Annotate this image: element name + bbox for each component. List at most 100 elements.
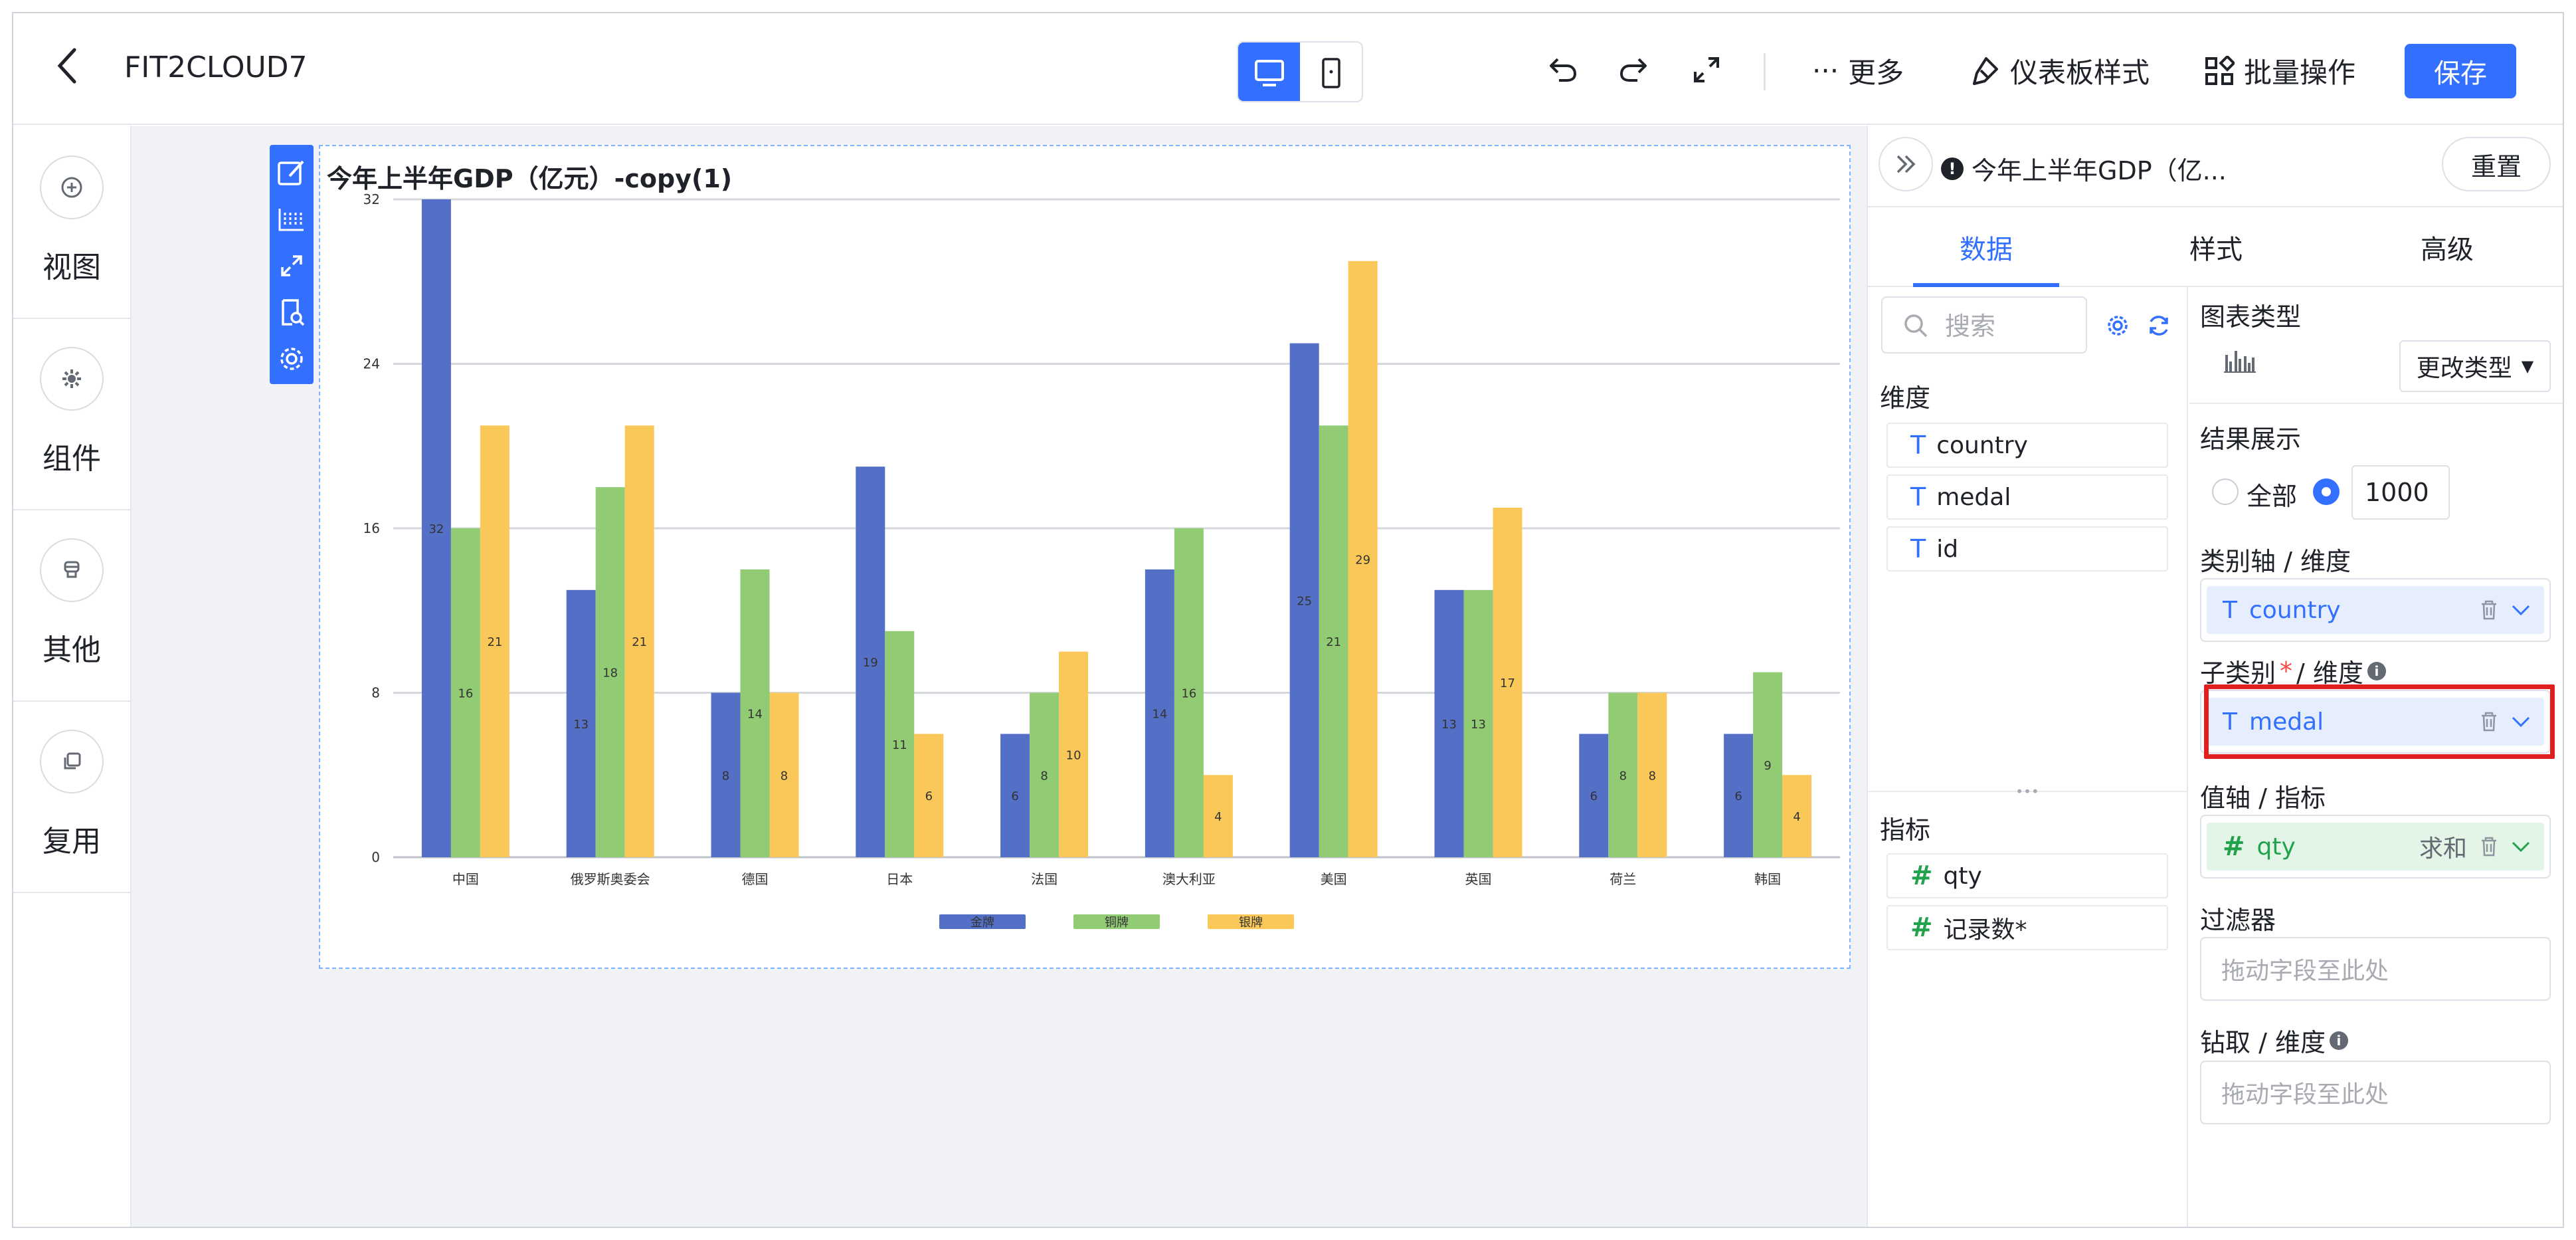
result-limit-radio[interactable] [2313,478,2340,505]
section-divider [2189,403,2563,404]
back-button[interactable] [41,36,94,96]
gear-icon [280,348,303,370]
warning-icon: ! [1941,157,1964,180]
view-data-button[interactable] [270,197,314,242]
x-tick-label: 中国 [452,871,479,887]
dimension-field-medal[interactable]: Tmedal [1886,474,2168,520]
number-type-icon: # [1910,861,1933,891]
dotted-grid-icon [278,209,304,231]
undo-button[interactable] [1540,47,1586,93]
result-all-label: 全部 [2247,482,2298,511]
drill-label: 钻取 / 维度 i [2200,1022,2348,1059]
bar-value-label: 6 [1590,789,1598,803]
x-tick-label: 德国 [742,871,769,887]
redo-icon [1619,58,1647,82]
metric-field-qty[interactable]: # qty [1886,853,2168,898]
monitor-icon [1254,60,1284,86]
save-button[interactable]: 保存 [2405,44,2516,98]
y-tick-label: 0 [371,849,380,865]
mobile-view-button[interactable] [1300,43,1362,101]
bar-value-label: 21 [487,635,502,649]
redo-button[interactable] [1610,47,1657,93]
sidebar-item-reuse[interactable]: 复用 [13,700,130,893]
chevron-left-icon [57,48,76,84]
grid-icon [2205,55,2235,85]
tab-data[interactable]: 数据 [1913,207,2059,287]
mobile-icon [1321,58,1340,88]
window-frame [0,1228,2576,1240]
metric-field-record-count[interactable]: # 记录数* [1886,905,2168,950]
refresh-fields-button[interactable] [2140,307,2177,344]
filter-dropzone[interactable]: 拖动字段至此处 [2200,937,2551,1001]
component-sidebar: 视图 组件 其他 复用 [13,126,132,1227]
trash-icon[interactable] [2479,835,2499,858]
x-tick-label: 日本 [886,871,913,887]
highlight-box [2204,684,2555,759]
chart-edit-toolbar [270,145,314,384]
plus-circle-icon [40,155,104,219]
result-all-radio[interactable] [2212,478,2239,505]
fullscreen-button[interactable] [1683,47,1730,93]
field-settings-button[interactable] [2099,307,2136,344]
gear-icon [40,347,104,411]
dimension-field-country[interactable]: Tcountry [1886,423,2168,468]
chevron-down-icon[interactable] [2511,603,2531,617]
tab-advanced[interactable]: 高级 [2374,207,2520,287]
desktop-view-button[interactable] [1238,43,1300,101]
bar-value-label: 17 [1500,676,1515,690]
sub-category-label: 子类别 * / 维度 i [2200,653,2386,689]
trash-icon[interactable] [2479,599,2499,621]
change-chart-type-dropdown[interactable]: 更改类型 ▼ [2399,340,2551,392]
chart-detail-button[interactable] [270,290,314,335]
y-tick-label: 32 [363,191,380,207]
toolbar-divider [1764,53,1766,90]
bar-value-label: 9 [1764,759,1771,773]
chevron-down-icon[interactable] [2511,840,2531,853]
dimension-field-id[interactable]: Tid [1886,526,2168,571]
bar-value-label: 21 [1326,635,1341,649]
sidebar-item-other[interactable]: 其他 [13,509,130,702]
enlarge-chart-button[interactable] [270,243,314,288]
reset-button[interactable]: 重置 [2442,137,2551,191]
collapse-panel-button[interactable] [1879,137,1933,191]
result-count-input[interactable]: 1000 [2351,465,2450,520]
search-icon [1904,314,1928,338]
bar-value-label: 4 [1793,810,1800,824]
search-input[interactable] [1944,308,2079,344]
bar-value-label: 13 [1441,718,1457,732]
bar-value-label: 13 [1471,718,1486,732]
text-type-icon: T [1910,431,1926,460]
bar-value-label: 16 [458,687,473,701]
expand-icon [1694,57,1719,82]
edit-chart-button[interactable] [270,150,314,195]
number-type-icon: # [1910,912,1933,943]
batch-operation-button[interactable]: 批量操作 [2204,51,2355,91]
metric-section-title: 指标 [1880,815,1931,845]
sidebar-item-component[interactable]: 组件 [13,318,130,510]
field-search[interactable] [1881,296,2087,354]
caret-down-icon: ▼ [2521,357,2534,375]
bar-value-label: 18 [602,667,618,680]
text-type-icon: T [1910,534,1926,564]
more-button[interactable]: ··· 更多 [1812,51,1904,91]
x-tick-label: 澳大利亚 [1162,871,1216,887]
value-axis-field-pill[interactable]: # qty 求和 [2207,823,2544,871]
tab-style[interactable]: 样式 [2143,207,2289,287]
document-search-icon [282,299,305,326]
drag-handle-icon[interactable]: ••• [2013,785,2042,798]
sidebar-item-label: 复用 [43,825,101,859]
y-tick-label: 8 [371,685,380,701]
sidebar-item-label: 其他 [43,633,101,667]
y-tick-label: 16 [363,520,380,536]
sidebar-item-view[interactable]: 视图 [13,126,130,319]
device-toggle[interactable] [1237,41,1363,102]
bar-chart: 0 8 16 24 32 32 16 21 中国 13 18 21 俄罗斯奥委会 8 14 8 德国 19 11 6 日… [363,191,1840,930]
chart-settings-button[interactable] [270,336,314,381]
drill-dropzone[interactable]: 拖动字段至此处 [2200,1061,2551,1124]
category-axis-field-pill[interactable]: Tcountry [2207,586,2544,634]
bar-value-label: 32 [428,522,444,536]
text-type-icon: T [2223,596,2237,624]
dimension-section-title: 维度 [1880,383,1931,413]
bar-value-label: 21 [632,635,647,649]
dashboard-style-button[interactable]: 仪表板样式 [1968,51,2150,91]
